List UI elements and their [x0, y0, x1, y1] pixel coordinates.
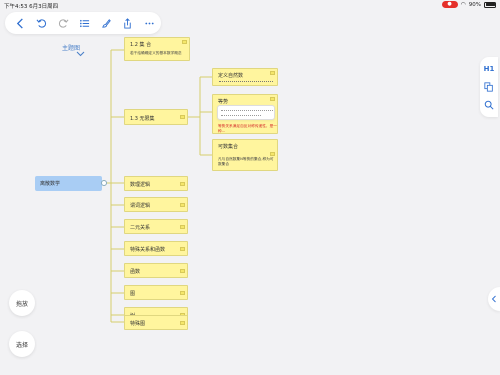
note-icon [270, 152, 275, 156]
more-button[interactable] [143, 17, 155, 29]
subtopic-title: 可数集合 [218, 144, 239, 150]
chevron-down-icon[interactable] [76, 51, 85, 57]
topic-title: 1.2 集 合 [130, 42, 152, 48]
copy-icon [484, 82, 493, 92]
outline-button[interactable] [78, 17, 90, 29]
topic-title: 数理逻辑 [130, 182, 151, 188]
topic-node[interactable]: 图 [124, 285, 188, 300]
status-bar: 下午4:53 6月3日周四 ● ◠ 90% [0, 0, 500, 10]
battery-icon [484, 1, 496, 8]
note-icon [180, 321, 185, 325]
topic-title: 函数 [130, 269, 141, 275]
undo-button[interactable] [35, 17, 47, 29]
central-topic[interactable]: 离散数学 [35, 176, 102, 191]
status-time: 下午4:53 [4, 4, 28, 10]
formula-line [221, 115, 261, 116]
side-panel: H1 [480, 57, 498, 117]
note-icon [180, 203, 185, 207]
chevron-left-icon [16, 17, 23, 29]
formula-line [219, 81, 273, 82]
note-icon [180, 247, 185, 251]
wifi-icon: ◠ [460, 1, 466, 8]
collapse-dot[interactable] [101, 180, 107, 186]
topic-title: 特殊关系和函数 [130, 247, 166, 253]
subtopic-node[interactable]: 定义自然数 [212, 68, 278, 86]
formula-image [217, 105, 275, 120]
topic-title: 1.3 无限集 [130, 116, 155, 122]
select-button[interactable]: 选择 [9, 331, 35, 357]
redo-icon [58, 18, 68, 28]
back-button[interactable] [14, 17, 26, 29]
record-icon: ● [441, 1, 458, 8]
topic-node[interactable]: 数理逻辑 [124, 176, 188, 191]
topic-desc: 若干给确确定义的基本数学概念 [130, 51, 182, 55]
note-icon [180, 182, 185, 186]
topic-node[interactable]: 谓词逻辑 [124, 197, 188, 212]
subtopic-desc: 凡与自然数集N等势的集合,称为可数集合 [218, 157, 274, 166]
note-icon [182, 40, 187, 44]
status-right: ● ◠ 90% [441, 1, 496, 8]
topic-title: 图 [130, 291, 136, 297]
topic-node[interactable]: 特殊关系和函数 [124, 241, 188, 256]
undo-icon [36, 18, 46, 28]
note-icon [180, 291, 185, 295]
redo-button[interactable] [57, 17, 69, 29]
share-icon [123, 17, 131, 29]
status-time-date: 下午4:53 6月3日周四 [4, 2, 58, 10]
subtopic-title: 定义自然数 [218, 73, 244, 79]
topic-title: 二元关系 [130, 225, 151, 231]
top-toolbar [5, 12, 161, 34]
search-button[interactable] [483, 99, 495, 111]
topic-title: 特殊图 [130, 321, 146, 327]
brush-icon [101, 18, 111, 28]
topic-node[interactable]: 函数 [124, 263, 188, 278]
subtopic-node[interactable]: 可数集合 凡与自然数集N等势的集合,称为可数集合 [212, 139, 278, 171]
note-icon [180, 269, 185, 273]
note-icon [270, 97, 275, 101]
relayout-label: 拖放 [15, 300, 28, 308]
share-button[interactable] [121, 17, 133, 29]
style-button[interactable] [100, 17, 112, 29]
topic-node[interactable]: 二元关系 [124, 219, 188, 234]
relayout-button[interactable]: 拖放 [9, 290, 35, 316]
subtopic-title: 等势 [218, 99, 229, 105]
status-date: 6月3日周四 [29, 4, 59, 10]
search-icon [484, 100, 494, 110]
topic-node[interactable]: 1.3 无限集 [124, 109, 188, 125]
ellipsis-icon [144, 22, 154, 24]
chevron-left-icon [491, 295, 496, 303]
list-icon [79, 19, 89, 27]
panel-collapse-button[interactable] [488, 287, 500, 311]
central-topic-label: 离散数学 [40, 181, 61, 187]
select-label: 选择 [15, 341, 28, 349]
formula-line [221, 110, 273, 111]
note-icon [180, 115, 185, 119]
note-icon [270, 71, 275, 75]
topic-title: 谓词逻辑 [130, 203, 151, 209]
copy-button[interactable] [483, 81, 495, 93]
heading-label: H1 [483, 65, 495, 73]
topic-node[interactable]: 特殊图 [124, 315, 188, 330]
red-note: 等势关系满足自反对称传递性，是一种... [218, 124, 277, 133]
topic-node[interactable]: 1.2 集 合 若干给确确定义的基本数学概念 [124, 37, 190, 61]
subtopic-node[interactable]: 等势 等势关系满足自反对称传递性，是一种... [212, 94, 278, 134]
battery-percent: 90% [468, 1, 481, 8]
heading-style-button[interactable]: H1 [483, 63, 495, 75]
note-icon [180, 225, 185, 229]
